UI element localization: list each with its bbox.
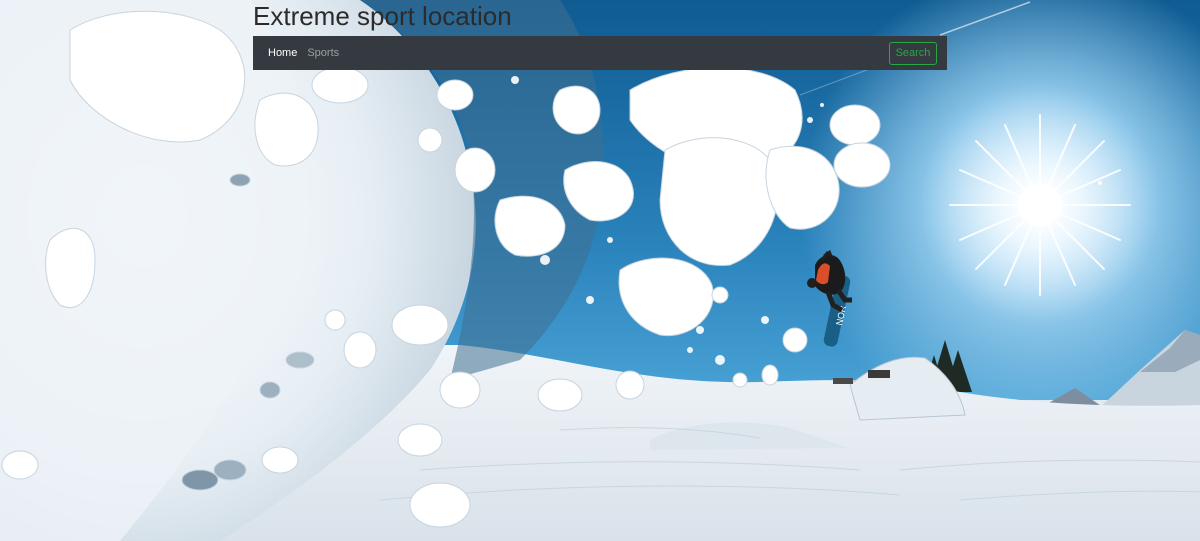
navbar: Home Sports Search [253, 36, 947, 70]
snowboarder: NOR [807, 250, 852, 347]
sun [920, 85, 1160, 325]
hero-background: NOR Extreme sport location Home Sports S… [0, 0, 1200, 541]
nav-link-sports[interactable]: Sports [307, 47, 339, 59]
page-title: Extreme sport location [253, 1, 512, 31]
nav-link-home[interactable]: Home [268, 47, 297, 59]
search-button[interactable]: Search [889, 41, 937, 65]
hero-image: NOR [0, 0, 1200, 541]
